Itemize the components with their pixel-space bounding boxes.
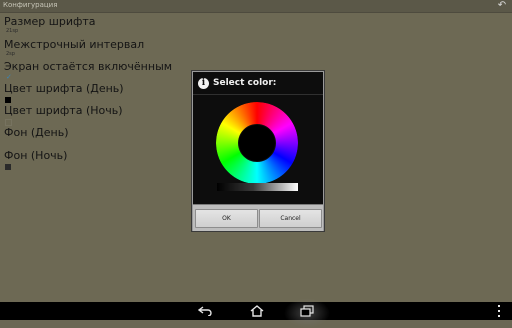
pref-font-size[interactable]: Размер шрифта 21sp	[4, 15, 96, 35]
pref-background-night-label: Фон (Ночь)	[4, 149, 68, 162]
dialog-title: Select color:	[213, 78, 277, 88]
color-swatch	[5, 164, 11, 170]
selected-color-preview	[239, 125, 275, 161]
pref-keep-screen-on[interactable]: Экран остаётся включённым ✓	[4, 60, 173, 81]
color-wheel[interactable]	[216, 102, 298, 184]
pref-line-spacing-label: Межстрочный интервал	[4, 38, 145, 51]
pref-line-spacing[interactable]: Межстрочный интервал 2sp	[4, 38, 144, 58]
brightness-slider[interactable]	[217, 183, 298, 191]
color-picker-dialog: i Select color: OK Cancel	[192, 71, 324, 231]
pref-background-day[interactable]: Фон (День)	[4, 126, 69, 147]
pref-line-spacing-value: 2sp	[6, 51, 15, 57]
title-bar: Конфигурация ↶	[0, 0, 512, 13]
app-title: Конфигурация	[3, 1, 58, 9]
pref-background-day-label: Фон (День)	[4, 126, 69, 139]
color-swatch	[5, 141, 11, 147]
recents-icon[interactable]	[295, 302, 319, 320]
color-swatch	[5, 97, 11, 103]
system-navigation-bar	[0, 298, 512, 328]
info-icon: i	[198, 78, 209, 89]
pref-font-color-night[interactable]: Цвет шрифта (Ночь)	[4, 104, 123, 126]
checkbox-checked-icon[interactable]: ✓	[6, 74, 12, 81]
pref-font-size-label: Размер шрифта	[4, 15, 96, 28]
undo-arrow-icon[interactable]: ↶	[496, 0, 508, 12]
ok-button[interactable]: OK	[195, 209, 258, 228]
dialog-header: i Select color:	[193, 72, 323, 95]
back-icon[interactable]	[193, 302, 217, 320]
settings-screen: Конфигурация ↶ Размер шрифта 21sp Межстр…	[0, 0, 512, 302]
dialog-button-bar: OK Cancel	[193, 204, 323, 231]
home-icon[interactable]	[245, 302, 269, 320]
pref-font-color-day-label: Цвет шрифта (День)	[4, 82, 124, 95]
cancel-button[interactable]: Cancel	[259, 209, 322, 228]
pref-background-night[interactable]: Фон (Ночь)	[4, 149, 67, 170]
pref-font-size-value: 21sp	[6, 28, 19, 34]
pref-keep-screen-on-label: Экран остаётся включённым	[4, 60, 173, 73]
pref-font-color-night-label: Цвет шрифта (Ночь)	[4, 104, 123, 117]
overflow-menu-icon[interactable]	[494, 302, 504, 320]
color-swatch	[5, 119, 12, 126]
pref-font-color-day[interactable]: Цвет шрифта (День)	[4, 82, 124, 103]
